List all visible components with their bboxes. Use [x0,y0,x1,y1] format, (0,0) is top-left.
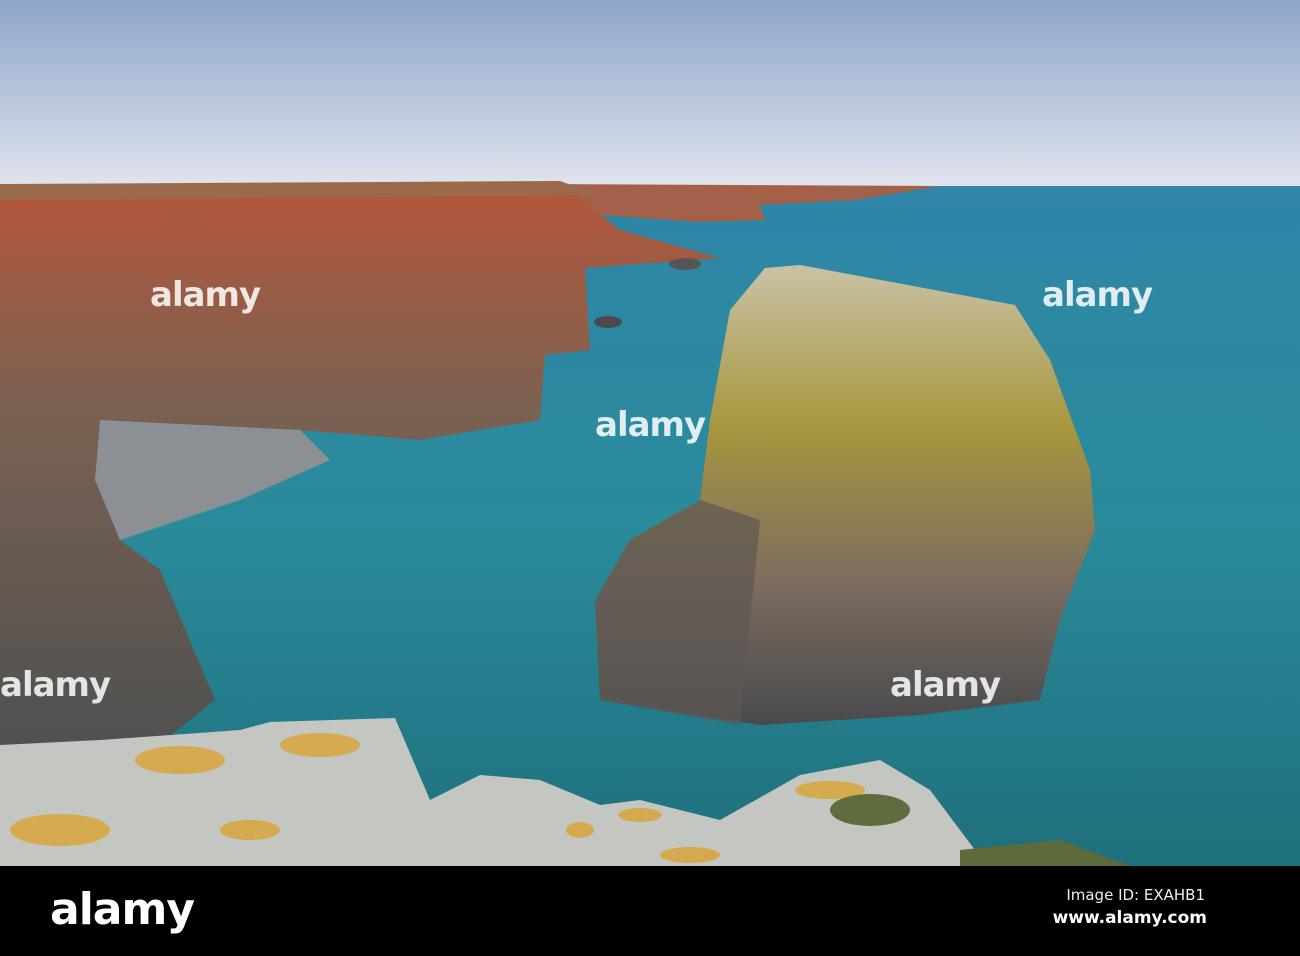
alamy-logo: alamy [50,884,195,935]
rock-islet [594,316,622,328]
watermark: alamy [0,665,111,705]
sky [0,0,1300,190]
watermark: alamy [890,665,1001,705]
watermark: alamy [1042,275,1153,315]
watermark: alamy [595,405,706,445]
grass-patch [830,794,910,826]
image-id: Image ID: EXAHB1 [1066,886,1205,904]
footer-bar: alamy Image ID: EXAHB1 www.alamy.com [0,866,1300,956]
rock-islet [669,258,701,270]
watermark: alamy [150,275,261,315]
site-url: www.alamy.com [1052,908,1207,928]
